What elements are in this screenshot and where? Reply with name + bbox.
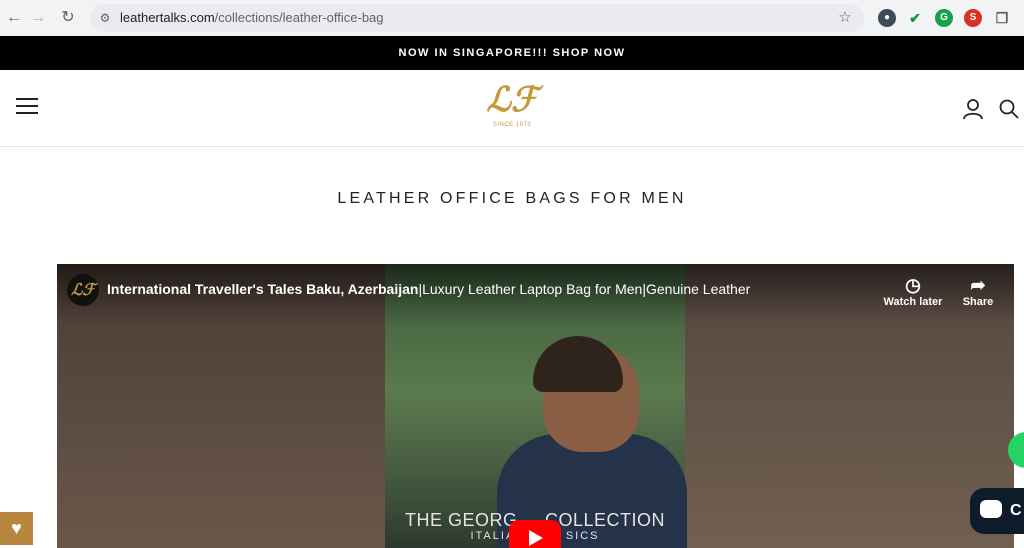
video-title-bold: International Traveller's Tales Baku, Az… [107,281,419,297]
url-text: leathertalks.com/collections/leather-off… [120,4,384,32]
search-icon[interactable] [998,98,1020,120]
star-icon[interactable]: ☆ [836,9,854,27]
puzzle-icon[interactable]: ❒ [993,9,1011,27]
back-arrow-icon[interactable]: ← [4,8,24,28]
account-icon[interactable] [962,98,984,120]
share-arrow-icon: ➦ [970,275,986,295]
hamburger-menu-icon[interactable] [16,98,38,116]
watch-later-label: Watch later [883,296,943,308]
extension-icon[interactable]: ● [878,9,896,27]
page-title: LEATHER OFFICE BAGS FOR MEN [337,190,687,207]
video-player[interactable]: ℒℱ International Traveller's Tales Baku,… [57,264,1014,548]
wishlist-heart-icon[interactable]: ♥ [0,512,33,545]
channel-avatar[interactable]: ℒℱ [67,274,99,306]
logo-mark: ℒℱ [486,80,538,120]
grammarly-icon[interactable]: G [935,9,953,27]
video-title[interactable]: International Traveller's Tales Baku, Az… [107,281,750,297]
address-bar[interactable]: ⚙ leathertalks.com/collections/leather-o… [90,4,864,32]
reload-icon[interactable]: ↻ [58,8,78,28]
s-extension-icon[interactable]: S [964,9,982,27]
logo[interactable]: ℒℱ SINCE 1973 [482,80,542,136]
video-title-rest: |Luxury Leather Laptop Bag for Men|Genui… [418,281,751,297]
watch-later-button[interactable]: ◷ Watch later [878,274,948,308]
url-host: leathertalks.com [120,10,215,25]
play-button-icon[interactable] [509,520,561,548]
browser-toolbar: ← → ↻ ⚙ leathertalks.com/collections/lea… [0,0,1024,37]
site-header: ℒℱ SINCE 1973 [0,70,1024,147]
url-path: /collections/leather-office-bag [214,10,384,25]
chat-button[interactable]: C [970,488,1024,534]
check-extension-icon[interactable]: ✔ [906,9,924,27]
forward-arrow-icon[interactable]: → [28,8,48,28]
site-info-icon[interactable]: ⚙ [96,9,114,27]
share-label: Share [962,296,994,308]
chat-bubble-icon [980,500,1002,518]
logo-tagline: SINCE 1973 [492,122,532,128]
announcement-bar[interactable]: NOW IN SINGAPORE!!! SHOP NOW [0,36,1024,70]
share-button[interactable]: ➦ Share [943,274,1013,308]
clock-icon: ◷ [905,275,921,295]
chat-label: C [1010,502,1022,519]
